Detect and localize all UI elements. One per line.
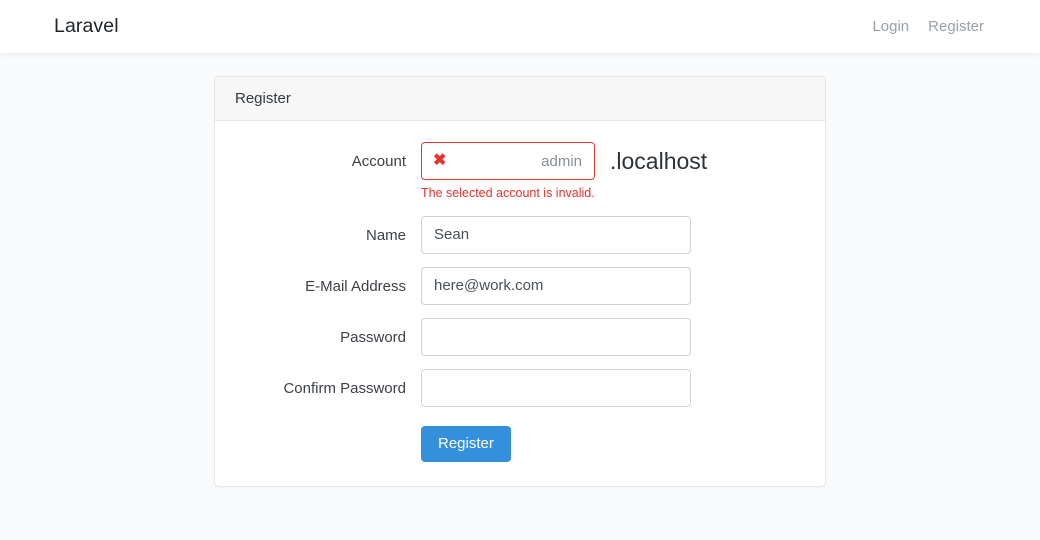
name-input[interactable] (421, 215, 691, 254)
form-row-name: Name (235, 215, 805, 254)
submit-spacer (235, 426, 421, 463)
register-card: Register Account ✖ The selected account … (214, 76, 826, 487)
account-error-message: The selected account is invalid. (421, 186, 595, 200)
form-row-account: Account ✖ The selected account is invali… (235, 142, 805, 203)
confirm-password-input[interactable] (421, 368, 691, 407)
account-control-wrap: ✖ The selected account is invalid. .loca… (421, 142, 805, 203)
password-control-wrap (421, 317, 805, 356)
card-header: Register (215, 77, 825, 121)
confirm-password-control-wrap (421, 368, 805, 407)
account-input-column: ✖ The selected account is invalid. (421, 142, 595, 203)
account-field: ✖ (421, 142, 595, 180)
label-name: Name (365, 226, 406, 244)
password-input[interactable] (421, 317, 691, 356)
form-row-confirm-password: Confirm Password (235, 368, 805, 407)
nav-link-login[interactable]: Login (872, 18, 909, 35)
email-input[interactable] (421, 266, 691, 305)
navbar: Laravel Login Register (0, 0, 1040, 54)
label-account: Account (351, 153, 406, 170)
account-input[interactable] (421, 142, 595, 180)
account-domain-suffix: .localhost (610, 148, 708, 174)
form-row-email: E-Mail Address (235, 266, 805, 305)
label-password: Password (340, 328, 406, 346)
navbar-brand[interactable]: Laravel (54, 15, 119, 38)
label-confirm-password: Confirm Password (283, 379, 406, 397)
form-row-password: Password (235, 317, 805, 356)
email-control-wrap (421, 266, 805, 305)
register-form: Account ✖ The selected account is invali… (215, 121, 825, 486)
label-email: E-Mail Address (305, 277, 406, 295)
page-content: Register Account ✖ The selected account … (0, 54, 1040, 487)
nav-link-register[interactable]: Register (928, 18, 984, 35)
name-control-wrap (421, 215, 805, 254)
register-submit-button[interactable]: Register (421, 425, 511, 462)
form-row-submit: Register (235, 425, 805, 463)
navbar-links: Login Register (872, 18, 984, 35)
